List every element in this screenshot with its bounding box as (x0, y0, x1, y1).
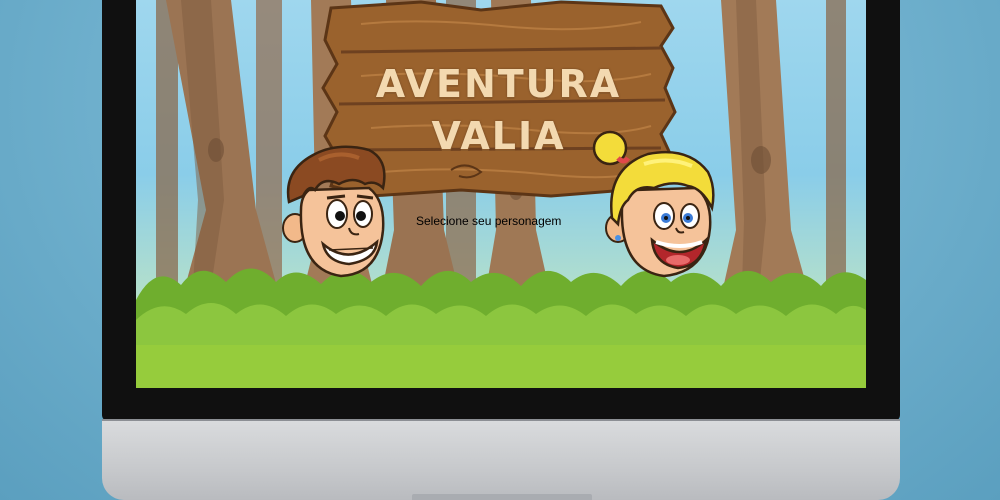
select-character-label: Selecione seu personagem (416, 214, 562, 228)
girl-character-button[interactable] (588, 128, 718, 280)
game-screen: AVENTURA VALIA Selecione seu personagem (136, 0, 866, 388)
monitor-stand (412, 494, 592, 500)
boy-character-icon (282, 145, 386, 278)
girl-character-icon (592, 130, 715, 278)
monitor-chin (102, 421, 900, 500)
boy-character-button[interactable] (279, 140, 394, 280)
